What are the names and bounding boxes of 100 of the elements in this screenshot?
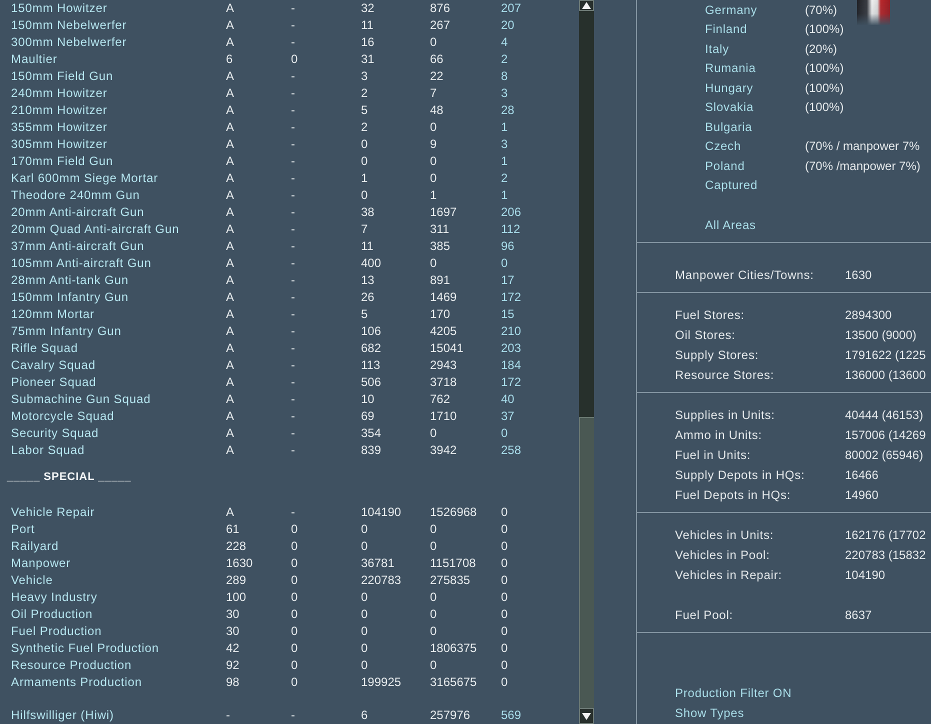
table-cell: - xyxy=(291,505,295,519)
table-cell: A xyxy=(226,273,234,287)
row-label: Oil Production xyxy=(11,607,93,621)
row-label: 20mm Quad Anti-aircraft Gun xyxy=(11,222,180,236)
row-label: 37mm Anti-aircraft Gun xyxy=(11,239,144,253)
row-label: 240mm Howitzer xyxy=(11,86,108,100)
scroll-up-button[interactable] xyxy=(579,0,594,11)
nation-link[interactable]: Germany xyxy=(705,2,758,17)
stat-label: Vehicles in Repair: xyxy=(675,568,782,582)
table-cell: 0 xyxy=(501,426,508,440)
table-cell: A xyxy=(226,120,234,134)
row-label: 300mm Nebelwerfer xyxy=(11,35,127,49)
table-cell: 839 xyxy=(361,443,382,457)
table-cell: 1806375 xyxy=(430,641,477,655)
table-cell: 0 xyxy=(291,607,298,621)
table-cell: A xyxy=(226,154,234,168)
section-heading: _____ SPECIAL _____ xyxy=(7,470,132,485)
table-cell: 1526968 xyxy=(430,505,477,519)
table-cell: 0 xyxy=(430,171,437,185)
stat-value: 40444 (46153) xyxy=(845,407,924,424)
table-cell: 0 xyxy=(501,539,508,553)
table-cell: 92 xyxy=(226,658,240,672)
nation-share: (70% /manpower 7%) xyxy=(805,158,920,175)
table-cell: 172 xyxy=(501,290,522,304)
nation-link[interactable]: Czech xyxy=(705,139,742,154)
table-cell: 506 xyxy=(361,375,382,389)
table-cell: 3 xyxy=(361,69,368,83)
table-cell: - xyxy=(291,205,295,219)
stat-value: 220783 (15832 xyxy=(845,547,926,564)
nation-link[interactable]: Captured xyxy=(705,178,758,192)
table-cell: 11 xyxy=(361,18,374,32)
nation-link[interactable]: Poland xyxy=(705,158,745,173)
stat-label: Supply Depots in HQs: xyxy=(675,468,805,482)
table-cell: 0 xyxy=(430,35,437,49)
table-cell: 9 xyxy=(430,137,437,151)
table-cell: - xyxy=(291,708,295,722)
table-cell: 0 xyxy=(430,522,437,536)
row-label: Pioneer Squad xyxy=(11,375,96,389)
table-cell: 0 xyxy=(430,624,437,638)
table-cell: 257976 xyxy=(430,708,470,722)
table-cell: 876 xyxy=(430,1,450,15)
table-cell: 0 xyxy=(361,188,368,202)
table-cell: A xyxy=(226,222,234,236)
table-cell: A xyxy=(226,392,234,406)
table-cell: A xyxy=(226,443,234,457)
table-cell: A xyxy=(226,1,234,15)
table-cell: 3942 xyxy=(430,443,457,457)
table-cell: - xyxy=(291,324,295,338)
table-cell: 354 xyxy=(361,426,382,440)
table-cell: 385 xyxy=(430,239,450,253)
table-cell: 42 xyxy=(226,641,240,655)
table-cell: 3718 xyxy=(430,375,457,389)
table-cell: A xyxy=(226,375,234,389)
nation-link[interactable]: Hungary xyxy=(705,80,754,95)
table-cell: 0 xyxy=(430,539,437,553)
table-cell: 1 xyxy=(361,171,368,185)
table-cell: 40 xyxy=(501,392,514,406)
stat-label: Vehicles in Pool: xyxy=(675,548,770,562)
table-cell: - xyxy=(291,222,295,236)
table-cell: - xyxy=(291,341,295,355)
table-cell: A xyxy=(226,358,234,372)
table-cell: 8 xyxy=(501,69,508,83)
row-label: 28mm Anti-tank Gun xyxy=(11,273,128,287)
nation-link[interactable]: Italy xyxy=(705,42,730,56)
table-cell: A xyxy=(226,171,234,185)
nation-link[interactable]: Slovakia xyxy=(705,100,754,114)
table-cell: 0 xyxy=(291,590,298,604)
nation-share: (100%) xyxy=(805,60,844,78)
row-label: Railyard xyxy=(11,539,59,553)
table-cell: - xyxy=(291,375,295,389)
row-label: Vehicle Repair xyxy=(11,505,95,519)
table-cell: 7 xyxy=(430,86,437,100)
table-cell: 0 xyxy=(291,573,298,587)
table-cell: 26 xyxy=(361,290,374,304)
scrollbar-thumb[interactable] xyxy=(579,417,594,708)
table-cell: - xyxy=(291,154,295,168)
table-cell: 6 xyxy=(361,708,368,722)
table-cell: 22 xyxy=(430,69,444,83)
table-cell: 258 xyxy=(501,443,522,457)
nation-link[interactable]: Rumania xyxy=(705,61,756,76)
row-label: Heavy Industry xyxy=(11,590,98,604)
triangle-down-icon xyxy=(582,712,591,720)
stat-label: Fuel Depots in HQs: xyxy=(675,488,791,502)
table-cell: 5 xyxy=(361,307,368,321)
nation-share: (70%) xyxy=(805,2,838,19)
table-cell: A xyxy=(226,205,234,219)
scroll-down-button[interactable] xyxy=(579,708,594,724)
table-cell: 0 xyxy=(501,624,508,638)
nation-link[interactable]: Finland xyxy=(705,22,748,36)
panel-link[interactable]: Production Filter ON xyxy=(675,684,792,702)
table-cell: - xyxy=(291,35,295,49)
table-cell: A xyxy=(226,188,234,202)
nation-link[interactable]: Bulgaria xyxy=(705,120,752,134)
all-areas-link[interactable]: All Areas xyxy=(705,216,756,234)
panel-link[interactable]: Show Types xyxy=(675,704,744,722)
stat-label: Fuel in Units: xyxy=(675,448,751,462)
table-cell: 30 xyxy=(226,624,240,638)
table-cell: 0 xyxy=(291,641,298,655)
table-cell: 0 xyxy=(430,154,437,168)
table-cell: 6 xyxy=(226,52,233,66)
